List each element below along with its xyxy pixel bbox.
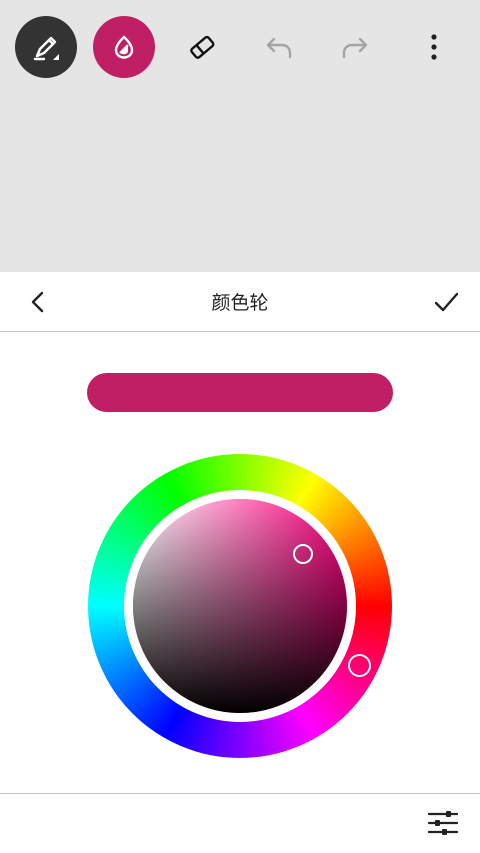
eraser-tool-button[interactable] — [171, 16, 233, 78]
redo-button[interactable] — [324, 16, 386, 78]
redo-icon — [339, 31, 371, 63]
color-settings-button[interactable] — [425, 807, 461, 839]
saturation-value-picker[interactable] — [293, 544, 313, 564]
panel-header: 颜色轮 — [0, 272, 480, 332]
sliders-icon — [425, 811, 461, 843]
check-icon — [430, 292, 462, 322]
saturation-value-disk[interactable] — [133, 499, 347, 713]
pen-icon — [29, 30, 63, 64]
color-tool-button[interactable] — [93, 16, 155, 78]
color-wheel[interactable] — [88, 454, 392, 758]
panel-title: 颜色轮 — [211, 292, 269, 314]
chevron-left-icon — [22, 291, 54, 322]
back-button[interactable] — [22, 286, 54, 318]
drawing-canvas[interactable] — [0, 0, 480, 272]
eraser-icon — [186, 31, 218, 63]
selected-color-preview — [87, 373, 393, 412]
more-options-button[interactable] — [403, 16, 465, 78]
confirm-button[interactable] — [430, 286, 462, 318]
hue-picker[interactable] — [348, 654, 371, 677]
pen-tool-button[interactable] — [15, 16, 77, 78]
color-wheel-panel: 颜色轮 — [0, 272, 480, 853]
color-drop-icon — [109, 32, 139, 62]
more-vertical-icon — [429, 31, 439, 63]
undo-button[interactable] — [248, 16, 310, 78]
undo-icon — [263, 31, 295, 63]
divider — [0, 793, 480, 794]
